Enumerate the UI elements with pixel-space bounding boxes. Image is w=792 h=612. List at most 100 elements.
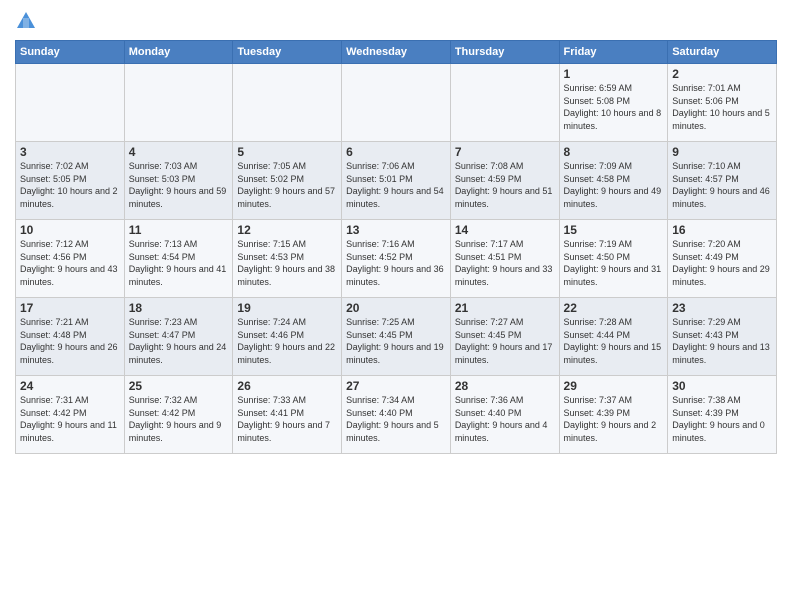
day-number: 18 — [129, 301, 229, 315]
day-number: 29 — [564, 379, 664, 393]
day-number: 17 — [20, 301, 120, 315]
calendar-cell: 7Sunrise: 7:08 AM Sunset: 4:59 PM Daylig… — [450, 142, 559, 220]
day-number: 4 — [129, 145, 229, 159]
logo-icon — [15, 10, 37, 32]
calendar-cell: 20Sunrise: 7:25 AM Sunset: 4:45 PM Dayli… — [342, 298, 451, 376]
day-number: 15 — [564, 223, 664, 237]
day-number: 23 — [672, 301, 772, 315]
calendar-cell — [16, 64, 125, 142]
calendar-week-row: 17Sunrise: 7:21 AM Sunset: 4:48 PM Dayli… — [16, 298, 777, 376]
col-header-saturday: Saturday — [668, 41, 777, 64]
day-number: 2 — [672, 67, 772, 81]
calendar-cell: 16Sunrise: 7:20 AM Sunset: 4:49 PM Dayli… — [668, 220, 777, 298]
day-number: 3 — [20, 145, 120, 159]
calendar-cell: 30Sunrise: 7:38 AM Sunset: 4:39 PM Dayli… — [668, 376, 777, 454]
day-info: Sunrise: 7:37 AM Sunset: 4:39 PM Dayligh… — [564, 394, 664, 444]
day-info: Sunrise: 7:38 AM Sunset: 4:39 PM Dayligh… — [672, 394, 772, 444]
calendar-cell — [124, 64, 233, 142]
day-info: Sunrise: 7:09 AM Sunset: 4:58 PM Dayligh… — [564, 160, 664, 210]
calendar-cell: 5Sunrise: 7:05 AM Sunset: 5:02 PM Daylig… — [233, 142, 342, 220]
day-number: 1 — [564, 67, 664, 81]
day-info: Sunrise: 7:17 AM Sunset: 4:51 PM Dayligh… — [455, 238, 555, 288]
day-info: Sunrise: 7:27 AM Sunset: 4:45 PM Dayligh… — [455, 316, 555, 366]
day-number: 6 — [346, 145, 446, 159]
day-info: Sunrise: 7:03 AM Sunset: 5:03 PM Dayligh… — [129, 160, 229, 210]
day-info: Sunrise: 7:31 AM Sunset: 4:42 PM Dayligh… — [20, 394, 120, 444]
day-info: Sunrise: 7:28 AM Sunset: 4:44 PM Dayligh… — [564, 316, 664, 366]
col-header-sunday: Sunday — [16, 41, 125, 64]
calendar-cell: 1Sunrise: 6:59 AM Sunset: 5:08 PM Daylig… — [559, 64, 668, 142]
calendar-cell: 24Sunrise: 7:31 AM Sunset: 4:42 PM Dayli… — [16, 376, 125, 454]
calendar-cell: 6Sunrise: 7:06 AM Sunset: 5:01 PM Daylig… — [342, 142, 451, 220]
calendar-cell: 28Sunrise: 7:36 AM Sunset: 4:40 PM Dayli… — [450, 376, 559, 454]
day-number: 11 — [129, 223, 229, 237]
calendar-cell: 18Sunrise: 7:23 AM Sunset: 4:47 PM Dayli… — [124, 298, 233, 376]
day-number: 7 — [455, 145, 555, 159]
calendar-cell: 10Sunrise: 7:12 AM Sunset: 4:56 PM Dayli… — [16, 220, 125, 298]
calendar-week-row: 1Sunrise: 6:59 AM Sunset: 5:08 PM Daylig… — [16, 64, 777, 142]
day-number: 20 — [346, 301, 446, 315]
calendar-cell: 22Sunrise: 7:28 AM Sunset: 4:44 PM Dayli… — [559, 298, 668, 376]
calendar-cell: 27Sunrise: 7:34 AM Sunset: 4:40 PM Dayli… — [342, 376, 451, 454]
day-number: 14 — [455, 223, 555, 237]
calendar-cell: 9Sunrise: 7:10 AM Sunset: 4:57 PM Daylig… — [668, 142, 777, 220]
day-number: 26 — [237, 379, 337, 393]
calendar-cell — [450, 64, 559, 142]
calendar-cell: 25Sunrise: 7:32 AM Sunset: 4:42 PM Dayli… — [124, 376, 233, 454]
day-number: 25 — [129, 379, 229, 393]
calendar-cell: 17Sunrise: 7:21 AM Sunset: 4:48 PM Dayli… — [16, 298, 125, 376]
day-info: Sunrise: 7:34 AM Sunset: 4:40 PM Dayligh… — [346, 394, 446, 444]
day-number: 28 — [455, 379, 555, 393]
calendar-cell — [342, 64, 451, 142]
day-number: 5 — [237, 145, 337, 159]
col-header-monday: Monday — [124, 41, 233, 64]
day-number: 13 — [346, 223, 446, 237]
day-info: Sunrise: 6:59 AM Sunset: 5:08 PM Dayligh… — [564, 82, 664, 132]
calendar-cell: 26Sunrise: 7:33 AM Sunset: 4:41 PM Dayli… — [233, 376, 342, 454]
day-number: 24 — [20, 379, 120, 393]
calendar-table: SundayMondayTuesdayWednesdayThursdayFrid… — [15, 40, 777, 454]
calendar-cell: 12Sunrise: 7:15 AM Sunset: 4:53 PM Dayli… — [233, 220, 342, 298]
day-info: Sunrise: 7:24 AM Sunset: 4:46 PM Dayligh… — [237, 316, 337, 366]
day-number: 19 — [237, 301, 337, 315]
calendar-cell: 13Sunrise: 7:16 AM Sunset: 4:52 PM Dayli… — [342, 220, 451, 298]
day-info: Sunrise: 7:29 AM Sunset: 4:43 PM Dayligh… — [672, 316, 772, 366]
calendar-cell: 4Sunrise: 7:03 AM Sunset: 5:03 PM Daylig… — [124, 142, 233, 220]
calendar-header-row: SundayMondayTuesdayWednesdayThursdayFrid… — [16, 41, 777, 64]
page-container: SundayMondayTuesdayWednesdayThursdayFrid… — [0, 0, 792, 459]
day-info: Sunrise: 7:33 AM Sunset: 4:41 PM Dayligh… — [237, 394, 337, 444]
day-info: Sunrise: 7:05 AM Sunset: 5:02 PM Dayligh… — [237, 160, 337, 210]
day-info: Sunrise: 7:08 AM Sunset: 4:59 PM Dayligh… — [455, 160, 555, 210]
day-number: 30 — [672, 379, 772, 393]
day-info: Sunrise: 7:15 AM Sunset: 4:53 PM Dayligh… — [237, 238, 337, 288]
col-header-friday: Friday — [559, 41, 668, 64]
calendar-cell: 21Sunrise: 7:27 AM Sunset: 4:45 PM Dayli… — [450, 298, 559, 376]
day-info: Sunrise: 7:13 AM Sunset: 4:54 PM Dayligh… — [129, 238, 229, 288]
calendar-cell: 2Sunrise: 7:01 AM Sunset: 5:06 PM Daylig… — [668, 64, 777, 142]
day-number: 10 — [20, 223, 120, 237]
calendar-week-row: 10Sunrise: 7:12 AM Sunset: 4:56 PM Dayli… — [16, 220, 777, 298]
calendar-cell: 15Sunrise: 7:19 AM Sunset: 4:50 PM Dayli… — [559, 220, 668, 298]
day-number: 22 — [564, 301, 664, 315]
day-info: Sunrise: 7:32 AM Sunset: 4:42 PM Dayligh… — [129, 394, 229, 444]
calendar-cell: 8Sunrise: 7:09 AM Sunset: 4:58 PM Daylig… — [559, 142, 668, 220]
calendar-week-row: 24Sunrise: 7:31 AM Sunset: 4:42 PM Dayli… — [16, 376, 777, 454]
day-info: Sunrise: 7:23 AM Sunset: 4:47 PM Dayligh… — [129, 316, 229, 366]
day-info: Sunrise: 7:01 AM Sunset: 5:06 PM Dayligh… — [672, 82, 772, 132]
calendar-cell: 3Sunrise: 7:02 AM Sunset: 5:05 PM Daylig… — [16, 142, 125, 220]
day-info: Sunrise: 7:25 AM Sunset: 4:45 PM Dayligh… — [346, 316, 446, 366]
calendar-cell — [233, 64, 342, 142]
calendar-cell: 29Sunrise: 7:37 AM Sunset: 4:39 PM Dayli… — [559, 376, 668, 454]
day-info: Sunrise: 7:21 AM Sunset: 4:48 PM Dayligh… — [20, 316, 120, 366]
day-number: 8 — [564, 145, 664, 159]
calendar-cell: 11Sunrise: 7:13 AM Sunset: 4:54 PM Dayli… — [124, 220, 233, 298]
day-info: Sunrise: 7:12 AM Sunset: 4:56 PM Dayligh… — [20, 238, 120, 288]
day-info: Sunrise: 7:20 AM Sunset: 4:49 PM Dayligh… — [672, 238, 772, 288]
day-number: 9 — [672, 145, 772, 159]
day-info: Sunrise: 7:10 AM Sunset: 4:57 PM Dayligh… — [672, 160, 772, 210]
calendar-cell: 23Sunrise: 7:29 AM Sunset: 4:43 PM Dayli… — [668, 298, 777, 376]
day-number: 21 — [455, 301, 555, 315]
day-info: Sunrise: 7:16 AM Sunset: 4:52 PM Dayligh… — [346, 238, 446, 288]
calendar-cell: 14Sunrise: 7:17 AM Sunset: 4:51 PM Dayli… — [450, 220, 559, 298]
day-info: Sunrise: 7:36 AM Sunset: 4:40 PM Dayligh… — [455, 394, 555, 444]
